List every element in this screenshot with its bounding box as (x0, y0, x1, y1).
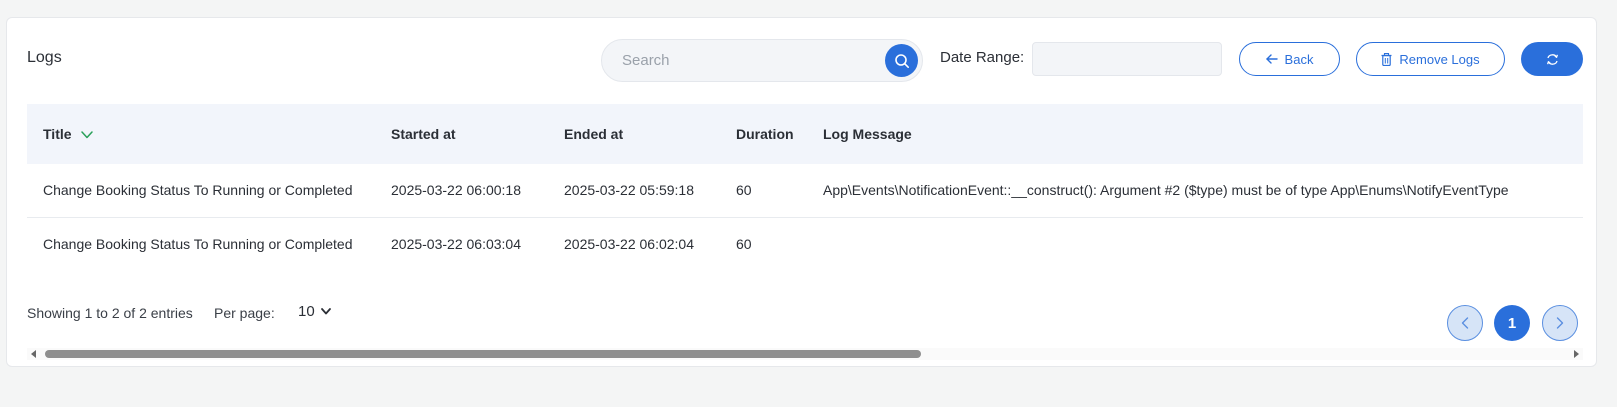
table-row[interactable]: Change Booking Status To Running or Comp… (27, 164, 1583, 218)
page-title: Logs (27, 49, 62, 66)
chevron-left-icon (1461, 317, 1469, 329)
remove-logs-label: Remove Logs (1399, 51, 1480, 67)
arrow-left-icon (1265, 54, 1278, 64)
page-button-current[interactable]: 1 (1494, 305, 1530, 341)
table-header-row: Title Started at Ended at Duration Log M… (27, 104, 1583, 164)
refresh-button[interactable] (1521, 42, 1583, 76)
chevron-down-icon (320, 308, 331, 315)
next-page-button[interactable] (1542, 305, 1578, 341)
chevron-right-icon (1556, 317, 1564, 329)
cell-log-message (807, 217, 1583, 270)
back-button[interactable]: Back (1239, 42, 1340, 76)
prev-page-button[interactable] (1447, 305, 1483, 341)
logs-card: Logs Date Range: Back Remove Logs (6, 17, 1597, 367)
date-range-input[interactable] (1032, 42, 1222, 76)
cell-ended-at: 2025-03-22 05:59:18 (548, 164, 720, 218)
per-page-select[interactable]: 10 (298, 303, 331, 320)
search-input[interactable] (622, 40, 872, 81)
horizontal-scrollbar[interactable] (27, 348, 1583, 360)
trash-icon (1381, 52, 1392, 66)
per-page-value: 10 (298, 303, 315, 320)
logs-table: Title Started at Ended at Duration Log M… (27, 104, 1583, 270)
column-header-duration[interactable]: Duration (720, 104, 807, 164)
back-button-label: Back (1284, 51, 1314, 67)
column-header-log-message[interactable]: Log Message (807, 104, 1583, 164)
cell-started-at: 2025-03-22 06:00:18 (375, 164, 548, 218)
chevron-down-icon[interactable] (81, 131, 94, 139)
remove-logs-button[interactable]: Remove Logs (1356, 42, 1505, 76)
scroll-right-icon[interactable] (1574, 350, 1579, 358)
search-button[interactable] (885, 44, 918, 77)
logs-table-container[interactable]: Title Started at Ended at Duration Log M… (27, 104, 1583, 270)
search-box (601, 39, 923, 82)
search-icon (894, 53, 909, 68)
cell-duration: 60 (720, 217, 807, 270)
refresh-icon (1546, 53, 1558, 65)
cell-log-message: App\Events\NotificationEvent::__construc… (807, 164, 1583, 218)
scroll-left-icon[interactable] (31, 350, 36, 358)
column-header-ended-at[interactable]: Ended at (548, 104, 720, 164)
cell-started-at: 2025-03-22 06:03:04 (375, 217, 548, 270)
per-page-label: Per page: (214, 305, 275, 321)
cell-duration: 60 (720, 164, 807, 218)
scrollbar-thumb[interactable] (45, 350, 921, 358)
table-row[interactable]: Change Booking Status To Running or Comp… (27, 217, 1583, 270)
cell-ended-at: 2025-03-22 06:02:04 (548, 217, 720, 270)
column-header-title-label: Title (43, 126, 72, 142)
cell-title: Change Booking Status To Running or Comp… (27, 164, 375, 218)
entries-info: Showing 1 to 2 of 2 entries (27, 305, 193, 321)
column-header-title[interactable]: Title (27, 104, 375, 164)
cell-title: Change Booking Status To Running or Comp… (27, 217, 375, 270)
date-range-label: Date Range: (940, 49, 1025, 66)
column-header-started-at[interactable]: Started at (375, 104, 548, 164)
